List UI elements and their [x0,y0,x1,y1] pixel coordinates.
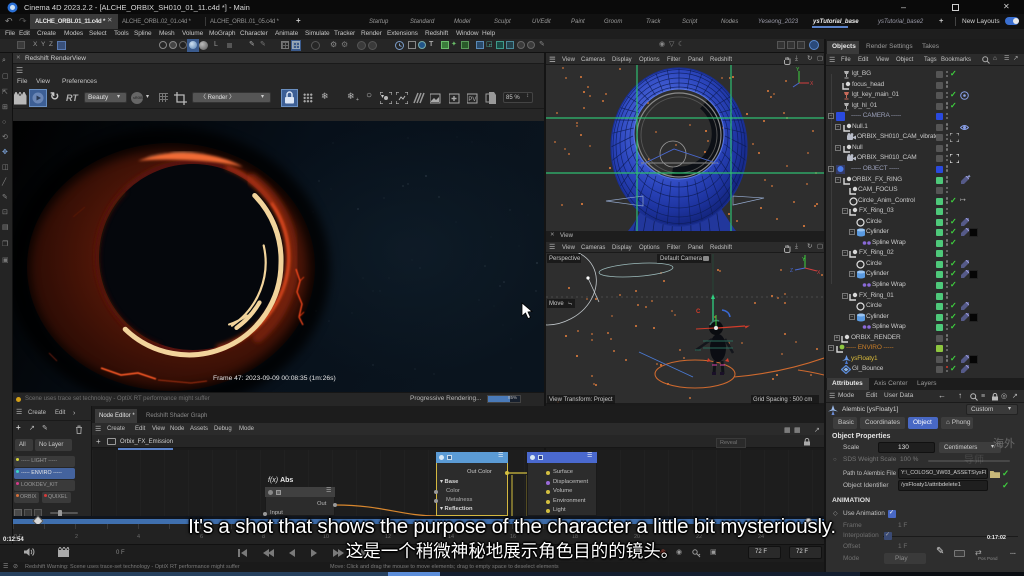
svg-text:Z: Z [790,268,793,274]
svg-text:PV: PV [468,97,476,103]
svg-text:Frame 47: 2023-09-09 00:08:35: Frame 47: 2023-09-09 00:08:35 (1m:26s) [213,375,336,382]
svg-text:C: C [696,309,701,315]
